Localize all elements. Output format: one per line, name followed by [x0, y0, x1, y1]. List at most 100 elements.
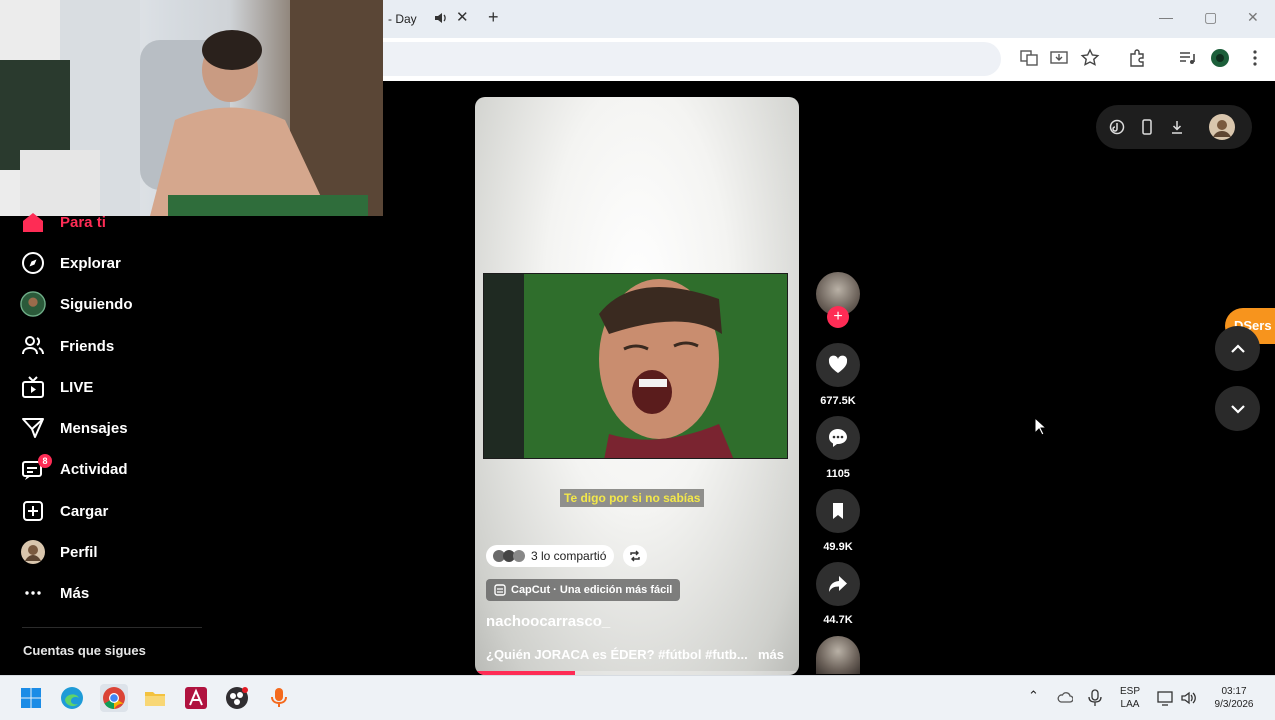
sidebar-item-label: Siguiendo [60, 295, 133, 313]
windows-taskbar: ⌃ ESP LAA 03:17 9/3/2026 [0, 675, 1275, 720]
clock-time: 03:17 [1221, 686, 1247, 697]
user-avatar[interactable] [1208, 113, 1236, 141]
bookmark-icon [833, 503, 843, 519]
like-button[interactable] [816, 343, 860, 387]
tiktok-logo-icon[interactable] [1108, 118, 1126, 136]
language-indicator[interactable]: ESP LAA [1115, 685, 1145, 711]
close-window-button[interactable]: ✕ [1247, 9, 1259, 26]
clock-date: 9/3/2026 [1214, 699, 1254, 710]
webcam-overlay [0, 0, 383, 216]
sidebar-item-actividad[interactable]: 8 Actividad [20, 454, 128, 482]
chevron-down-icon [1230, 404, 1245, 414]
sidebar-item-perfil[interactable]: Perfil [20, 539, 98, 565]
download-icon[interactable] [1168, 118, 1186, 136]
tab-close-icon[interactable]: ✕ [456, 10, 469, 26]
share-count: 44.7K [823, 614, 853, 626]
shared-count-text: 3 lo compartió [531, 549, 607, 563]
video-author[interactable]: nachoocarrasco_ [486, 613, 610, 630]
tray-overflow-icon[interactable]: ⌃ [1028, 689, 1039, 702]
webcam-picture [0, 0, 383, 216]
minimize-button[interactable]: — [1159, 9, 1173, 25]
sidebar-item-live[interactable]: LIVE [20, 374, 93, 400]
share-arrow-icon [829, 576, 847, 592]
microphone-icon[interactable] [1087, 689, 1103, 707]
app-a-icon [185, 687, 207, 709]
comment-button[interactable] [816, 416, 860, 460]
next-video-button[interactable] [1215, 386, 1260, 431]
taskbar-recorder[interactable] [265, 684, 293, 712]
sidebar-item-para-ti[interactable]: Para ti [20, 209, 106, 235]
upload-icon [23, 501, 43, 521]
save-button[interactable] [816, 489, 860, 533]
maximize-button[interactable]: ▢ [1204, 9, 1217, 26]
repost-button[interactable] [623, 545, 647, 567]
browser-tab-strip: - Day ✕ + — ▢ ✕ [383, 0, 1275, 38]
taskbar-obs[interactable] [223, 684, 251, 712]
sidebar-item-siguiendo[interactable]: Siguiendo [20, 291, 133, 317]
comment-count: 1105 [826, 468, 850, 480]
edge-icon [61, 687, 83, 709]
chrome-menu-icon[interactable] [1245, 48, 1265, 68]
mobile-device-icon[interactable] [1138, 118, 1156, 136]
video-caption: ¿Quién JORACA es ÉDER? #fútbol #futb... [486, 647, 748, 662]
save-count: 49.9K [823, 541, 853, 553]
microphone-app-icon [271, 688, 287, 707]
caption-more-link[interactable]: más [758, 647, 784, 662]
taskbar-app[interactable] [182, 684, 210, 712]
sidebar-item-label: Cargar [60, 502, 109, 520]
sidebar-divider [22, 627, 202, 628]
start-button[interactable] [17, 684, 45, 712]
video-frame-picture [484, 274, 787, 458]
address-bar[interactable] [383, 42, 1001, 76]
live-icon [22, 376, 44, 398]
taskbar-file-explorer[interactable] [141, 684, 169, 712]
shared-by-pill[interactable]: 3 lo compartió [486, 545, 615, 567]
sidebar-item-label: Perfil [60, 543, 98, 561]
translate-icon[interactable] [1019, 48, 1039, 68]
clock[interactable]: 03:17 9/3/2026 [1205, 685, 1263, 711]
capcut-text: CapCut · Una edición más fácil [511, 584, 673, 596]
following-accounts-title: Cuentas que sigues [23, 643, 146, 658]
follow-plus-icon[interactable]: + [827, 306, 849, 328]
taskbar-chrome[interactable] [100, 684, 128, 712]
bookmark-star-icon[interactable] [1080, 48, 1100, 68]
mouse-cursor-icon [1034, 417, 1048, 436]
previous-video-button[interactable] [1215, 326, 1260, 371]
speaker-icon[interactable] [434, 11, 448, 25]
screen: - Day ✕ + — ▢ ✕ Para ti Explorar Siguien… [0, 0, 1275, 720]
video-subtitle: Te digo por si no sabías [560, 489, 705, 507]
chevron-up-icon [1230, 343, 1245, 353]
sidebar-item-mensajes[interactable]: Mensajes [20, 415, 128, 441]
friends-icon [22, 336, 44, 355]
profile-avatar-icon[interactable] [1210, 48, 1230, 68]
onedrive-icon[interactable] [1057, 690, 1073, 706]
more-dots-icon [25, 591, 41, 595]
taskbar-edge[interactable] [58, 684, 86, 712]
sidebar-item-label: Friends [60, 337, 115, 355]
sidebar-item-friends[interactable]: Friends [20, 333, 114, 359]
sidebar-item-label: Más [60, 584, 90, 602]
browser-toolbar [383, 38, 1275, 81]
network-icon[interactable] [1157, 689, 1175, 707]
extensions-icon[interactable] [1127, 48, 1147, 68]
sidebar-item-mas[interactable]: Más [20, 580, 89, 606]
sidebar-item-cargar[interactable]: Cargar [20, 498, 108, 524]
heart-icon [828, 355, 848, 373]
folder-icon [145, 692, 165, 706]
sound-avatar[interactable] [816, 636, 860, 674]
capcut-effect-label[interactable]: CapCut · Una edición más fácil [486, 579, 681, 601]
browser-tab[interactable]: - Day ✕ [383, 0, 477, 38]
media-controls-icon[interactable] [1177, 48, 1197, 68]
like-count: 677.5K [820, 395, 856, 407]
share-button[interactable] [816, 562, 860, 606]
volume-icon[interactable] [1180, 689, 1198, 707]
capcut-icon [494, 584, 506, 596]
video-player[interactable]: Te digo por si no sabías 3 lo compartió … [475, 97, 799, 675]
sidebar-item-label: LIVE [60, 378, 94, 396]
sidebar-item-label: Mensajes [60, 419, 128, 437]
sidebar-item-explorar[interactable]: Explorar [20, 250, 121, 276]
profile-avatar-icon [21, 540, 45, 564]
new-tab-button[interactable]: + [488, 7, 499, 28]
install-app-icon[interactable] [1049, 48, 1069, 68]
windows-logo-icon [21, 688, 41, 708]
